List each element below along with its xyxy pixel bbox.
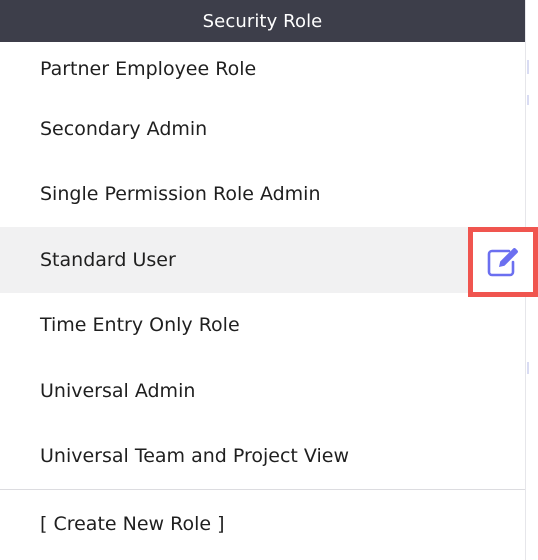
create-new-role-item[interactable]: [ Create New Role ] [0, 490, 525, 558]
edge-artifact [527, 60, 529, 74]
dropdown-header: Security Role [0, 0, 525, 42]
edge-artifact [527, 362, 529, 374]
security-role-dropdown: Security Role Partner Employee Role Seco… [0, 0, 526, 560]
role-item-standard-user[interactable]: Standard User [0, 227, 525, 293]
role-label: Secondary Admin [40, 117, 208, 140]
role-label: Partner Employee Role [40, 58, 257, 80]
role-item-single-permission-role-admin[interactable]: Single Permission Role Admin [0, 162, 525, 228]
role-item-partner-employee-role[interactable]: Partner Employee Role [0, 42, 525, 96]
role-label: Single Permission Role Admin [40, 183, 321, 206]
role-item-universal-admin[interactable]: Universal Admin [0, 358, 525, 424]
role-label: Time Entry Only Role [40, 314, 240, 337]
role-item-time-entry-only-role[interactable]: Time Entry Only Role [0, 293, 525, 359]
role-label: Universal Team and Project View [40, 445, 350, 468]
edit-icon [487, 248, 518, 277]
role-label: Universal Admin [40, 379, 196, 402]
create-new-role-label: [ Create New Role ] [40, 513, 225, 535]
role-item-universal-team-and-project-view[interactable]: Universal Team and Project View [0, 424, 525, 490]
edit-role-button[interactable] [468, 227, 538, 297]
role-label: Standard User [40, 248, 176, 271]
header-title: Security Role [202, 10, 323, 32]
edge-artifact [527, 95, 529, 105]
role-list: Partner Employee Role Secondary Admin Si… [0, 42, 525, 489]
role-item-secondary-admin[interactable]: Secondary Admin [0, 96, 525, 162]
